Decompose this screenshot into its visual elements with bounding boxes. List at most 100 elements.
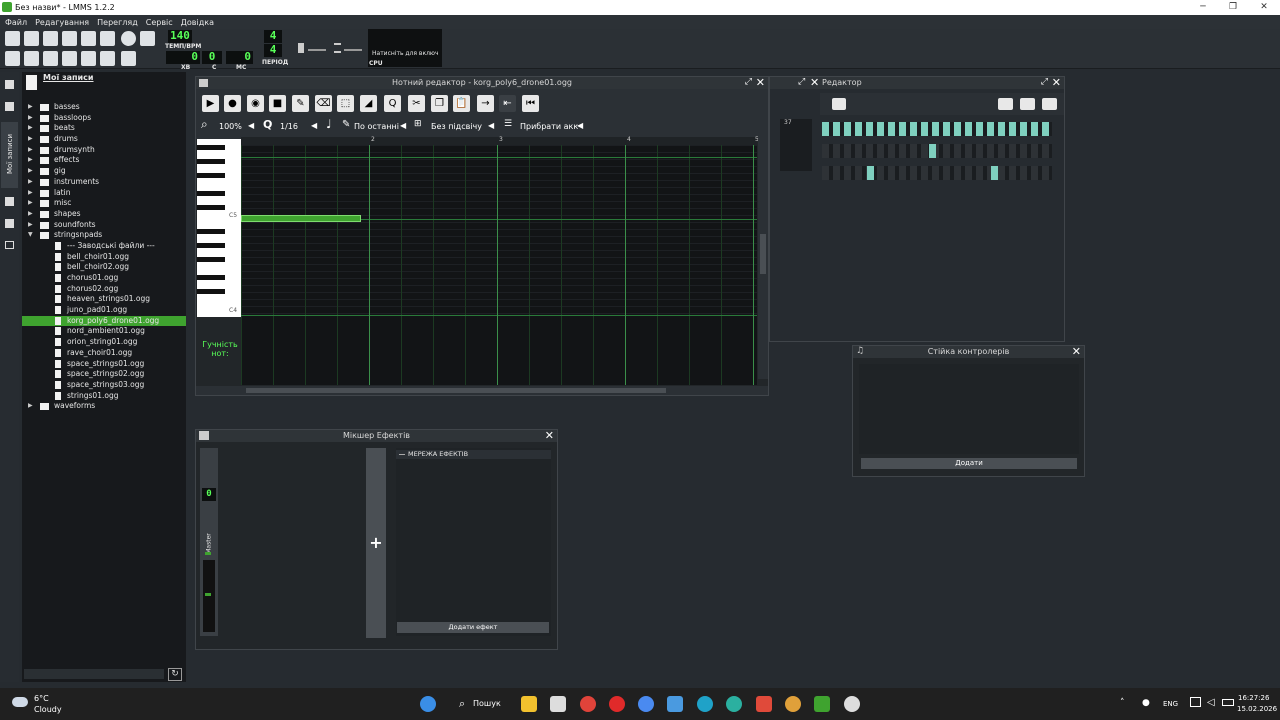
effect-chain-header[interactable]: МЕРЕЖА ЕФЕКТІВ (396, 450, 551, 459)
beat-step-on[interactable] (929, 144, 936, 158)
expand-arrow-icon[interactable]: ▶ (28, 113, 33, 124)
store-icon[interactable] (550, 696, 566, 712)
tree-file[interactable]: orion_string01.ogg (22, 337, 186, 348)
home-icon[interactable] (5, 219, 14, 228)
fader-knob[interactable] (205, 593, 211, 596)
paste-button[interactable]: 📋 (453, 95, 470, 112)
master-pitch-slider[interactable] (344, 49, 362, 51)
project-notes-icon[interactable] (100, 51, 115, 66)
expand-arrow-icon[interactable]: ▶ (28, 145, 33, 156)
search-icon[interactable]: ⌕ (459, 697, 465, 711)
record-button[interactable]: ● (224, 95, 241, 112)
tree-file[interactable]: rave_choir01.ogg (22, 348, 186, 359)
controller-rack-icon[interactable] (121, 51, 136, 66)
draw-mode-button[interactable]: ✎ (292, 95, 309, 112)
tree-folder[interactable]: ▶ shapes (22, 209, 186, 220)
close-icon[interactable]: ✕ (1072, 345, 1081, 358)
clock-date[interactable]: 15.02.2026 (1237, 705, 1277, 713)
menu-view[interactable]: Перегляд (97, 18, 138, 27)
expand-arrow-icon[interactable]: ▶ (28, 209, 33, 220)
file-explorer-icon[interactable] (521, 696, 537, 712)
tree-folder[interactable]: ▶ bassloops (22, 113, 186, 124)
info-icon[interactable] (121, 31, 136, 46)
expand-arrow-icon[interactable]: ▶ (28, 401, 33, 412)
song-editor-tool-icon[interactable] (832, 98, 846, 110)
tree-file[interactable]: heaven_strings01.ogg (22, 294, 186, 305)
expand-arrow-icon[interactable]: ▶ (28, 166, 33, 177)
expand-arrow-icon[interactable]: ▶ (28, 220, 33, 231)
taskbar-search[interactable]: Пошук (473, 699, 501, 708)
new-template-icon[interactable] (24, 31, 39, 46)
effect-chain-toggle-icon[interactable] (399, 454, 405, 455)
tree-file[interactable]: space_strings03.ogg (22, 380, 186, 391)
tree-folder[interactable]: ▶ basses (22, 102, 186, 113)
google-icon[interactable] (638, 696, 654, 712)
mixer-icon[interactable] (81, 51, 96, 66)
tree-folder[interactable]: ▶ misc (22, 198, 186, 209)
timeline-ruler[interactable]: 2 3 4 5 (241, 136, 759, 145)
opera-icon[interactable] (609, 696, 625, 712)
song-maximize-icon-right[interactable]: ⤢ (1041, 77, 1048, 87)
tree-file[interactable]: strings01.ogg (22, 391, 186, 402)
beat-track-1[interactable] (822, 122, 1052, 136)
play-button[interactable]: ▶ (202, 95, 219, 112)
beat-step-on[interactable] (867, 166, 874, 180)
mic-icon[interactable]: ● (1142, 698, 1150, 708)
cut-button[interactable]: ✂ (408, 95, 425, 112)
new-file-icon[interactable] (5, 31, 20, 46)
expand-arrow-icon[interactable]: ▶ (28, 188, 33, 199)
language-indicator[interactable]: ENG (1163, 700, 1178, 708)
time-sig-num[interactable]: 4 (264, 30, 282, 43)
chrome-icon[interactable] (580, 696, 596, 712)
master-channel[interactable]: 0 Master (200, 448, 218, 636)
stop-button[interactable]: ■ (269, 95, 286, 112)
note-grid[interactable] (241, 139, 757, 317)
beat-editor-icon[interactable] (24, 51, 39, 66)
add-automation-icon[interactable] (1042, 98, 1057, 110)
zoom-dropdown-icon[interactable]: ◀ (248, 121, 254, 130)
tree-file[interactable]: bell_choir01.ogg (22, 252, 186, 263)
piano-keyboard[interactable]: C5 C4 (197, 139, 241, 317)
gmail-icon[interactable] (756, 696, 772, 712)
network-icon[interactable] (1190, 697, 1201, 707)
add-beat-icon[interactable] (998, 98, 1013, 110)
add-effect-button[interactable]: Додати ефект (397, 622, 549, 633)
note[interactable] (241, 215, 361, 222)
close-icon[interactable]: ✕ (756, 76, 765, 89)
zoom-value[interactable]: 100% (219, 122, 242, 131)
instrument-plugins-icon[interactable] (5, 80, 14, 89)
browser-filter-input[interactable] (24, 669, 164, 679)
photos-icon[interactable] (667, 696, 683, 712)
computer-icon[interactable] (5, 241, 14, 249)
song-editor-icon[interactable] (5, 51, 20, 66)
tree-folder[interactable]: ▶ drumsynth (22, 145, 186, 156)
tree-file[interactable]: chorus01.ogg (22, 273, 186, 284)
tree-file[interactable]: nord_ambient01.ogg (22, 326, 186, 337)
tree-folder[interactable]: ▶ beats (22, 123, 186, 134)
minimize-button[interactable]: ─ (1196, 2, 1210, 12)
quantize-dropdown-icon[interactable]: ◀ (311, 121, 317, 130)
tree-file[interactable]: bell_choir02.ogg (22, 262, 186, 273)
tempo-display[interactable]: 140 (168, 30, 192, 43)
quantize-value[interactable]: 1/16 (280, 122, 298, 131)
expand-arrow-icon[interactable]: ▶ (28, 134, 33, 145)
song-maximize-icon[interactable]: ⤢ (798, 77, 805, 87)
browser-icon[interactable] (726, 696, 742, 712)
note-length-dropdown-icon[interactable]: ◀ (400, 121, 406, 130)
song-timeline[interactable] (780, 119, 812, 171)
tray-arrow-icon[interactable]: ˄ (1120, 698, 1125, 708)
master-fader[interactable] (203, 560, 215, 632)
song-close-icon[interactable]: ✕ (810, 76, 819, 89)
projects-icon[interactable] (5, 102, 14, 111)
chord-value[interactable]: Прибрати акк (520, 122, 578, 131)
close-window-button[interactable]: ✕ (1257, 2, 1271, 12)
horizontal-scrollbar[interactable] (196, 386, 768, 395)
close-icon[interactable]: ✕ (545, 429, 554, 442)
menu-tools[interactable]: Сервіс (146, 18, 173, 27)
erase-mode-button[interactable]: ⌫ (315, 95, 332, 112)
maximize-button[interactable]: ❐ (1226, 2, 1240, 12)
quantize-button[interactable]: Q (384, 95, 401, 112)
tree-file[interactable]: juno_pad01.ogg (22, 305, 186, 316)
add-channel-button[interactable]: + (366, 448, 386, 638)
presets-icon[interactable] (5, 197, 14, 206)
